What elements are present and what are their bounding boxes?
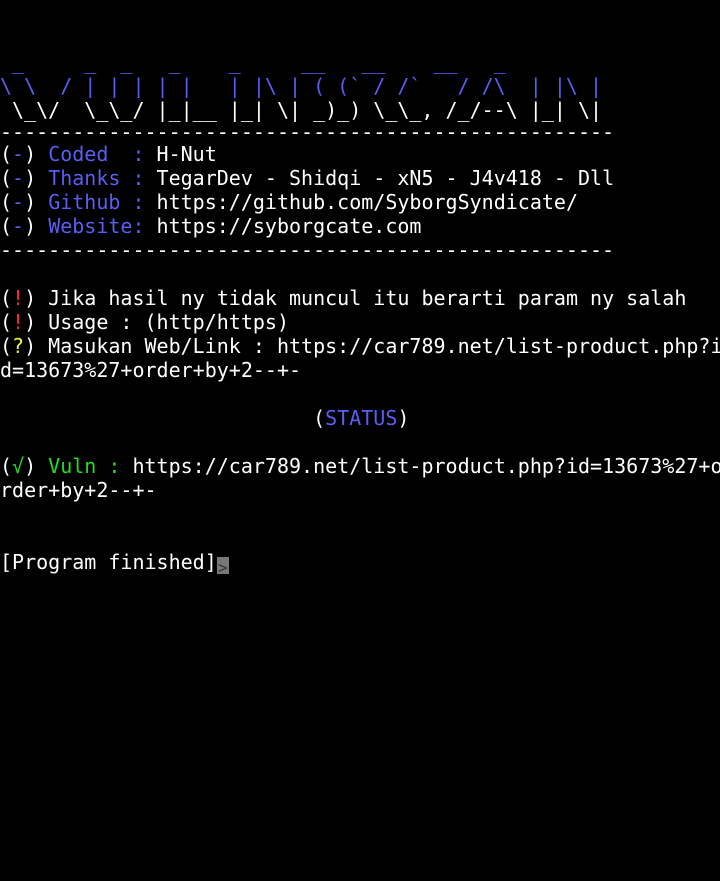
warning-text: Jika hasil ny tidak muncul itu berarti p… bbox=[36, 286, 687, 310]
info-value: https://syborgcate.com bbox=[144, 214, 422, 238]
result-line-wrap: rder+by+2--+- bbox=[0, 478, 157, 502]
program-finished-text: [Program finished] bbox=[0, 550, 217, 574]
bullet-close: ) bbox=[24, 142, 49, 166]
warning-icon: ! bbox=[12, 310, 25, 334]
info-value: TegarDev - Shidqi - xN5 - J4v418 - Dll bbox=[144, 166, 615, 190]
bullet-dash: - bbox=[12, 166, 25, 190]
info-value: https://github.com/SyborgSyndicate/ bbox=[144, 190, 578, 214]
separator-bottom: ----------------------------------------… bbox=[0, 238, 615, 262]
bullet-open: ( bbox=[0, 142, 13, 166]
info-website: (-) Website: https://syborgcate.com bbox=[0, 214, 422, 238]
prompt-line-wrap: d=13673%27+order+by+2--+- bbox=[0, 358, 302, 382]
banner-line-1: _ _ _ _ _ __ __ __ _ bbox=[0, 50, 530, 74]
warning-icon: ! bbox=[12, 286, 25, 310]
result-line: (√) Vuln : https://car789.net/list-produ… bbox=[0, 454, 720, 478]
question-icon: ? bbox=[12, 334, 25, 358]
bullet-dash: - bbox=[12, 214, 25, 238]
status-heading: (STATUS) bbox=[313, 406, 410, 430]
info-value: H-Nut bbox=[144, 142, 217, 166]
info-coded: (-) Coded : H-Nut bbox=[0, 142, 720, 166]
bullet-dash: - bbox=[12, 142, 25, 166]
warning-line-1: (!) Jika hasil ny tidak muncul itu berar… bbox=[0, 286, 687, 310]
terminal-window: _ _ _ _ _ __ __ __ _ \ \ / | | | | | | |… bbox=[0, 0, 720, 881]
info-github: (-) Github : https://github.com/SyborgSy… bbox=[0, 190, 578, 214]
status-label: STATUS bbox=[325, 406, 398, 430]
banner-line-2: \ \ / | | | | | | |\ | ( (` / /` / /\ | … bbox=[0, 74, 603, 98]
result-label: Vuln : bbox=[36, 454, 121, 478]
separator-top: ----------------------------------------… bbox=[0, 120, 615, 144]
info-label: Github : bbox=[48, 190, 145, 214]
check-icon: √ bbox=[12, 454, 25, 478]
bullet-dash: - bbox=[12, 190, 25, 214]
prompt-text: Masukan Web/Link : https://car789.net/li… bbox=[36, 334, 720, 358]
cursor-icon[interactable]: > bbox=[216, 557, 229, 574]
info-label: Website: bbox=[48, 214, 145, 238]
info-label: Thanks : bbox=[48, 166, 145, 190]
usage-text: Usage : (http/https) bbox=[36, 310, 290, 334]
program-finished-line: [Program finished]> bbox=[0, 550, 720, 574]
info-label: Coded : bbox=[48, 142, 145, 166]
prompt-line: (?) Masukan Web/Link : https://car789.ne… bbox=[0, 334, 720, 358]
result-url: https://car789.net/list-product.php?id=1… bbox=[120, 454, 720, 478]
info-thanks: (-) Thanks : TegarDev - Shidqi - xN5 - J… bbox=[0, 166, 615, 190]
banner-line-3: \_\/ \_\_/ |_|__ |_| \| _)_) \_\_, /_/--… bbox=[0, 98, 603, 122]
warning-line-2: (!) Usage : (http/https) bbox=[0, 310, 290, 334]
